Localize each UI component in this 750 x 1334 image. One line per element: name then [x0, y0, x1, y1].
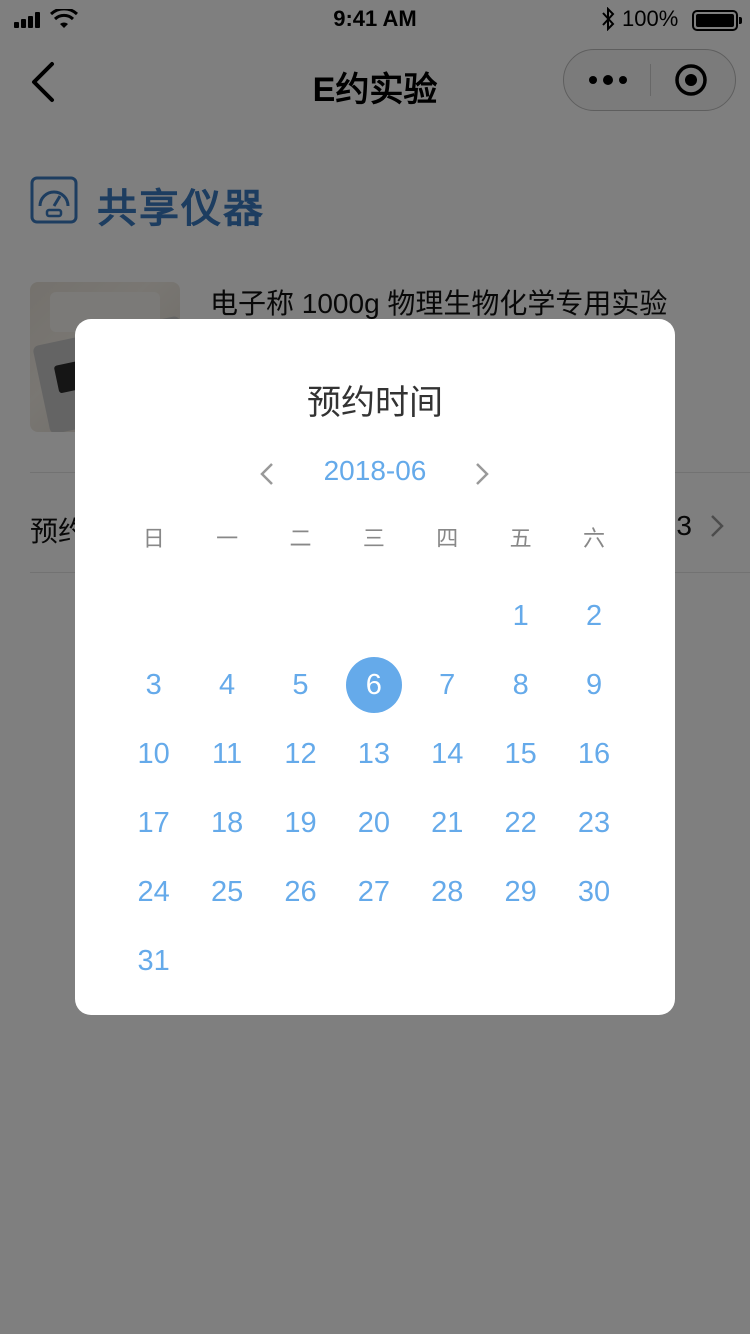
calendar-day[interactable]: 9	[557, 650, 630, 719]
calendar-day-number: 30	[577, 875, 611, 908]
calendar-day[interactable]: 26	[264, 857, 337, 926]
calendar-day-number: 15	[504, 737, 537, 770]
calendar-day-number: 31	[137, 944, 170, 977]
calendar-day-number: 19	[284, 806, 317, 839]
calendar-day[interactable]: 22	[484, 788, 557, 857]
calendar-day[interactable]: 30	[557, 857, 630, 926]
calendar-day[interactable]: 3	[117, 650, 190, 719]
calendar-day-number: 20	[357, 806, 390, 839]
calendar-day[interactable]: 4	[190, 650, 263, 719]
calendar-day[interactable]: 10	[117, 719, 190, 788]
calendar-day[interactable]: 27	[337, 857, 410, 926]
calendar-day[interactable]: 13	[337, 719, 410, 788]
calendar-day-number: 9	[585, 668, 603, 701]
calendar-day-number: 8	[512, 668, 529, 701]
calendar-grid: 日一二三四五六 1 2 3 4 5 6 7 8 9 10 11 12 13 14 15 16 17 18 19 20 2…	[117, 519, 631, 995]
calendar-day-number: 17	[137, 806, 170, 839]
calendar-day[interactable]: 21	[411, 788, 484, 857]
calendar-day-number: 27	[357, 875, 390, 908]
calendar-day-number: 7	[439, 668, 456, 701]
weekday-label: 三	[362, 526, 385, 551]
calendar-day[interactable]: 25	[190, 857, 263, 926]
calendar-day[interactable]: 5	[264, 650, 337, 719]
calendar-day[interactable]: 15	[484, 719, 557, 788]
calendar-day-number: 2	[585, 599, 603, 632]
next-month-icon[interactable]	[473, 461, 491, 487]
weekday-label: 四	[436, 526, 459, 551]
weekday-header: 日一二三四五六	[117, 519, 631, 559]
calendar-day-number: 26	[284, 875, 317, 908]
calendar-day-number: 11	[212, 737, 243, 770]
calendar-day[interactable]: 19	[264, 788, 337, 857]
calendar-day[interactable]: 29	[484, 857, 557, 926]
calendar-empty-cell	[411, 581, 484, 650]
calendar-day[interactable]: 7	[411, 650, 484, 719]
current-month: 2018-06	[323, 455, 427, 486]
calendar-day-number: 10	[137, 737, 170, 770]
calendar-day-number: 13	[357, 737, 390, 770]
weekday-label: 一	[216, 526, 239, 551]
calendar-empty-cell	[264, 581, 337, 650]
calendar-day[interactable]: 17	[117, 788, 190, 857]
calendar-day-number: 28	[431, 875, 464, 908]
calendar-day-number: 18	[210, 806, 244, 839]
calendar-day-number: 6	[345, 656, 402, 713]
calendar-day-number: 25	[210, 875, 244, 908]
calendar-days: 1 2 3 4 5 6 7 8 9 10 11 12 13 14 15 16 17 18 19 20 21 22 23 24 2…	[117, 581, 631, 995]
calendar-day-number: 29	[504, 875, 537, 908]
calendar-day-number: 14	[431, 737, 464, 770]
calendar-day-selected[interactable]: 6	[337, 650, 410, 719]
calendar-day[interactable]: 12	[264, 719, 337, 788]
calendar-day[interactable]: 11	[190, 719, 263, 788]
calendar-day-number: 22	[504, 806, 537, 839]
calendar-day[interactable]: 28	[411, 857, 484, 926]
dialog-title: 预约时间	[307, 384, 443, 422]
weekday-label: 二	[289, 526, 312, 551]
calendar-day-number: 21	[431, 806, 464, 839]
calendar-empty-cell	[190, 581, 263, 650]
calendar-day[interactable]: 20	[337, 788, 410, 857]
weekday-label: 日	[142, 526, 165, 551]
calendar-day[interactable]: 2	[557, 581, 630, 650]
calendar-day[interactable]: 14	[411, 719, 484, 788]
calendar-day-number: 5	[292, 668, 309, 701]
calendar-day-number: 1	[512, 599, 529, 632]
calendar-day[interactable]: 23	[557, 788, 630, 857]
calendar-day-number: 23	[577, 806, 611, 839]
calendar-empty-cell	[337, 581, 410, 650]
month-switcher: 2018-06	[75, 453, 675, 493]
calendar-day-number: 3	[145, 668, 162, 701]
calendar-empty-cell	[117, 581, 190, 650]
calendar-day[interactable]: 18	[190, 788, 263, 857]
calendar-day-number: 24	[137, 875, 170, 908]
calendar-day[interactable]: 8	[484, 650, 557, 719]
calendar-day-number: 16	[577, 737, 611, 770]
calendar-day[interactable]: 31	[117, 926, 190, 995]
calendar-day[interactable]: 24	[117, 857, 190, 926]
weekday-label: 五	[509, 526, 532, 551]
weekday-label: 六	[583, 526, 606, 551]
calendar-day[interactable]: 1	[484, 581, 557, 650]
date-picker-dialog: 预约时间 2018-06 日一二三四五六 1 2 3 4 5 6 7 8 9 10 11 12 13 14…	[75, 319, 675, 1015]
calendar-day[interactable]: 16	[557, 719, 630, 788]
calendar-day-number: 12	[284, 737, 317, 770]
calendar-day-number: 4	[219, 668, 236, 701]
